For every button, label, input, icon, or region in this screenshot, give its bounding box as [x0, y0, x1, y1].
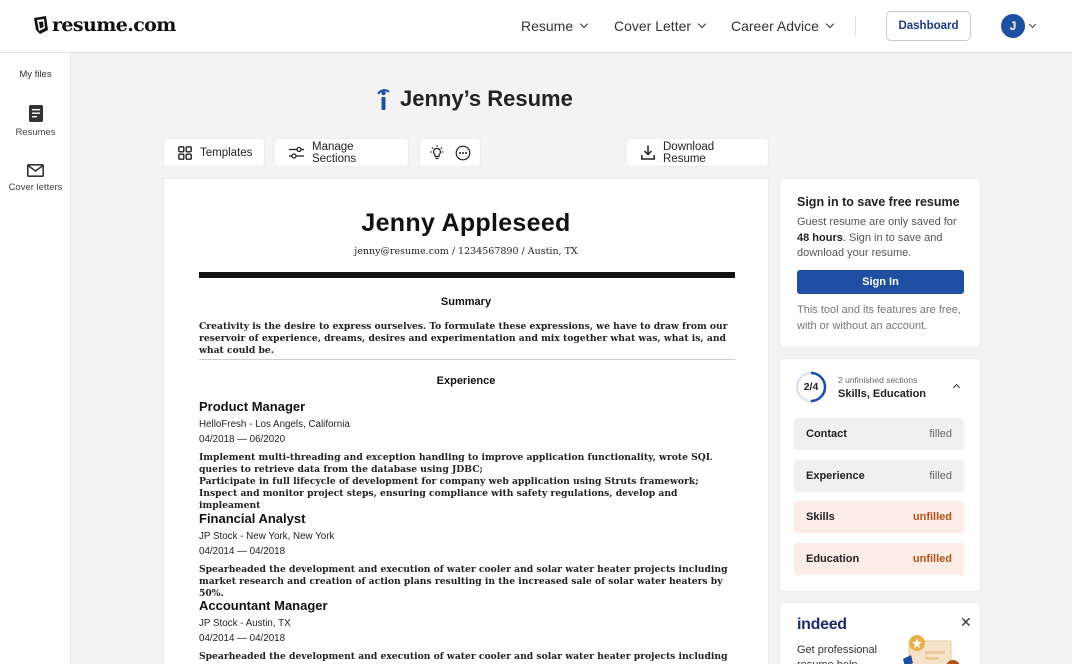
more-options-icon[interactable] — [455, 145, 471, 161]
info-brand-icon — [377, 89, 390, 110]
sign-in-button[interactable]: Sign In — [797, 270, 964, 294]
nav-career-advice-menu[interactable]: Career Advice — [731, 18, 835, 34]
top-navigation-bar: resume.com Resume Cover Letter Career Ad… — [0, 0, 1072, 53]
document-icon — [28, 105, 43, 122]
sidebar-item-label: Resumes — [15, 127, 56, 138]
sidebar-title: My files — [19, 69, 52, 80]
chevron-down-icon — [579, 19, 589, 29]
experience-entry: Accountant Manager JP Stock - Austin, TX… — [199, 598, 735, 664]
sign-in-text-hours: 48 hours — [797, 231, 843, 244]
account-chevron-down-icon[interactable] — [1028, 20, 1037, 29]
sign-in-footnote: This tool and its features are free, wit… — [797, 304, 961, 332]
sidebar-item-cover-letters[interactable]: Cover letters — [0, 164, 71, 193]
section-name: Experience — [806, 470, 865, 482]
templates-button[interactable]: Templates — [163, 138, 265, 167]
sliders-icon — [289, 146, 304, 159]
resume-contact-line: jenny@resume.com / 1234567890 / Austin, … — [354, 246, 578, 257]
section-status: unfilled — [912, 511, 952, 523]
section-status-contact[interactable]: Contact filled — [794, 418, 964, 450]
sign-in-card: Sign in to save free resume Guest resume… — [779, 178, 981, 348]
job-company: JP Stock - Austin, TX — [199, 618, 291, 629]
unfinished-count-text: 2 unfinished sections — [838, 375, 918, 385]
section-name: Skills — [806, 511, 835, 523]
section-progress-card: 2/4 2 unfinished sections Skills, Educat… — [779, 358, 981, 592]
indeed-promo-card: indeed ✕ Get professional resume help — [779, 602, 981, 664]
user-avatar[interactable]: J — [1001, 14, 1025, 38]
job-title: Accountant Manager — [199, 598, 328, 613]
section-status: filled — [929, 428, 952, 440]
experience-heading: Experience — [436, 375, 496, 387]
indeed-logo: indeed — [797, 616, 847, 633]
job-dates: 04/2014 — 04/2018 — [199, 633, 286, 644]
nav-resume-menu[interactable]: Resume — [521, 18, 589, 34]
section-name: Education — [806, 553, 860, 565]
files-sidebar: My files Resumes Cover letters — [0, 53, 71, 664]
sign-in-card-title: Sign in to save free resume — [797, 195, 960, 209]
logo-text: resume.com — [52, 14, 176, 36]
grid-icon — [178, 145, 192, 160]
section-status: unfilled — [912, 553, 952, 565]
download-resume-button[interactable]: Download Resume — [626, 138, 769, 167]
download-label: Download Resume — [663, 140, 715, 165]
sign-in-card-text: Guest resume are only saved for 48 hours… — [797, 215, 969, 262]
section-status-education[interactable]: Education unfilled — [794, 543, 964, 575]
resume-title[interactable]: Jenny’s Resume — [400, 86, 573, 112]
section-status-experience[interactable]: Experience filled — [794, 460, 964, 492]
chevron-down-icon — [697, 19, 707, 29]
collapse-chevron-up-icon[interactable] — [952, 383, 961, 392]
chevron-down-icon — [825, 19, 835, 29]
job-company: JP Stock - New York, New York — [199, 531, 335, 542]
sidebar-item-label: Cover letters — [8, 182, 63, 193]
envelope-icon — [27, 164, 44, 177]
job-dates: 04/2014 — 04/2018 — [199, 546, 286, 557]
resume-preview[interactable]: Jenny Appleseed jenny@resume.com / 12345… — [163, 178, 769, 664]
summary-heading: Summary — [440, 296, 492, 308]
certificate-illustration-icon — [903, 635, 960, 664]
section-status: filled — [929, 470, 952, 482]
resume-name: Jenny Appleseed — [361, 209, 571, 237]
nav-cover-letter-label: Cover Letter — [614, 18, 692, 34]
resume-com-logo[interactable]: resume.com — [32, 14, 176, 36]
job-description: Spearheaded the development and executio… — [199, 651, 728, 664]
indeed-promo-text: Get professional resume help — [797, 644, 878, 664]
download-icon — [641, 145, 655, 160]
progress-count: 2/4 — [803, 381, 819, 393]
job-title: Financial Analyst — [199, 511, 306, 526]
job-company: HelloFresh - Los Angels, California — [199, 419, 350, 430]
sidebar-item-resumes[interactable]: Resumes — [0, 105, 71, 138]
header-divider-bar — [199, 272, 735, 278]
section-name: Contact — [806, 428, 847, 440]
section-status-skills[interactable]: Skills unfilled — [794, 501, 964, 533]
summary-text: Creativity is the desire to express ours… — [199, 321, 728, 356]
sign-in-text-pre: Guest resume are only saved for — [797, 216, 957, 228]
job-description: Implement multi-threading and exception … — [199, 452, 713, 511]
job-description: Spearheaded the development and executio… — [199, 564, 728, 599]
manage-sections-button[interactable]: Manage Sections — [274, 138, 409, 167]
job-dates: 04/2018 — 06/2020 — [199, 434, 286, 445]
tips-tools-group — [419, 138, 481, 167]
nav-divider — [855, 16, 856, 36]
close-icon[interactable]: ✕ — [960, 614, 972, 631]
dashboard-button[interactable]: Dashboard — [886, 11, 971, 41]
lightbulb-icon[interactable] — [429, 144, 445, 161]
nav-cover-letter-menu[interactable]: Cover Letter — [614, 18, 707, 34]
logo-mark-icon — [34, 16, 48, 34]
section-divider — [199, 359, 735, 360]
experience-entry: Financial Analyst JP Stock - New York, N… — [199, 511, 735, 600]
nav-career-advice-label: Career Advice — [731, 18, 819, 34]
document-title: Jenny’s Resume — [375, 86, 573, 112]
job-title: Product Manager — [199, 399, 306, 414]
unfinished-sections-list: Skills, Education — [838, 388, 927, 400]
templates-label: Templates — [200, 146, 253, 159]
manage-sections-label: Manage Sections — [312, 140, 357, 165]
experience-entry: Product Manager HelloFresh - Los Angels,… — [199, 399, 735, 512]
nav-resume-label: Resume — [521, 18, 574, 34]
